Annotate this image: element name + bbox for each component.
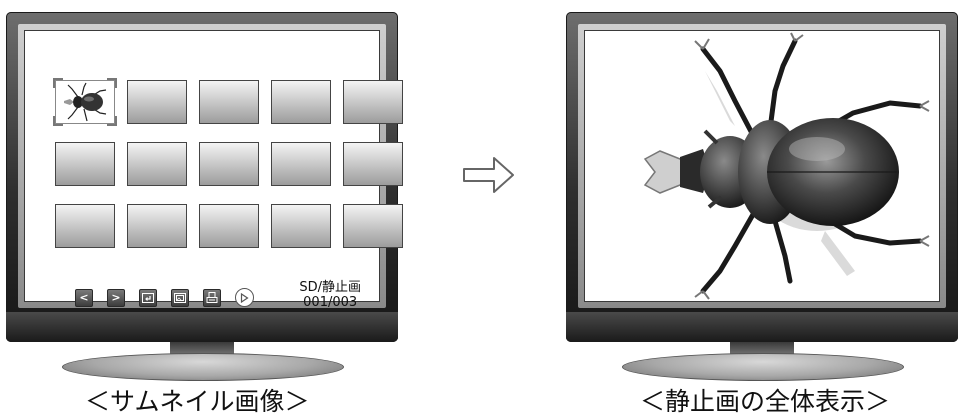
thumbnail[interactable] xyxy=(55,204,115,248)
previous-button[interactable]: < xyxy=(75,288,93,307)
storage-status: SD/静止画 001/003 xyxy=(299,280,361,310)
next-button[interactable]: > xyxy=(107,288,125,307)
thumbnail[interactable] xyxy=(199,80,259,124)
monitor-stand-base xyxy=(62,353,344,381)
thumbnail[interactable] xyxy=(55,142,115,186)
thumbnail[interactable] xyxy=(199,204,259,248)
print-button[interactable] xyxy=(203,288,221,307)
thumbnail[interactable] xyxy=(199,142,259,186)
thumbnail-selected[interactable] xyxy=(53,78,117,126)
return-button[interactable] xyxy=(139,288,157,307)
storage-source-label: SD/静止画 xyxy=(299,280,361,295)
thumbnail[interactable] xyxy=(271,204,331,248)
thumbnail[interactable] xyxy=(127,142,187,186)
thumbnail[interactable] xyxy=(271,80,331,124)
right-arrow-icon xyxy=(463,157,514,193)
thumbnail-grid xyxy=(53,78,403,248)
full-view-caption: ＜静止画の全体表示＞ xyxy=(640,387,891,416)
image-counter: 001/003 xyxy=(303,295,358,310)
beetle-thumbnail-icon xyxy=(64,82,107,122)
selection-corner xyxy=(107,116,117,126)
play-button[interactable] xyxy=(235,288,254,307)
thumbnail[interactable] xyxy=(127,80,187,124)
thumbnail[interactable] xyxy=(343,204,403,248)
monitor-stand-base xyxy=(622,353,904,381)
return-icon xyxy=(142,292,154,303)
beetle-photo xyxy=(643,32,930,300)
monitor-thumbnail-view: < > SD/静止画 001/003 xyxy=(6,12,403,342)
full-image-screen xyxy=(584,30,940,302)
full-view-button[interactable] xyxy=(171,288,189,307)
monitor-chin xyxy=(6,312,398,342)
monitor-bezel: < > SD/静止画 001/003 xyxy=(18,24,403,310)
thumbnail[interactable] xyxy=(343,80,403,124)
thumbnail-screen: < > SD/静止画 001/003 xyxy=(24,30,403,310)
thumbnail[interactable] xyxy=(127,204,187,248)
monitor-chin xyxy=(566,312,958,342)
monitor-full-view xyxy=(566,12,958,342)
image-icon xyxy=(174,292,186,303)
playback-toolbar: < > xyxy=(75,288,254,307)
selection-corner xyxy=(107,78,117,88)
transition-arrow xyxy=(460,155,516,199)
printer-icon xyxy=(206,291,218,303)
thumbnail-view-caption: ＜サムネイル画像＞ xyxy=(85,387,310,416)
monitor-bezel xyxy=(578,24,946,308)
thumbnail[interactable] xyxy=(343,142,403,186)
selection-corner xyxy=(53,116,63,126)
thumbnail[interactable] xyxy=(271,142,331,186)
selection-corner xyxy=(53,78,63,88)
play-icon xyxy=(240,292,249,303)
